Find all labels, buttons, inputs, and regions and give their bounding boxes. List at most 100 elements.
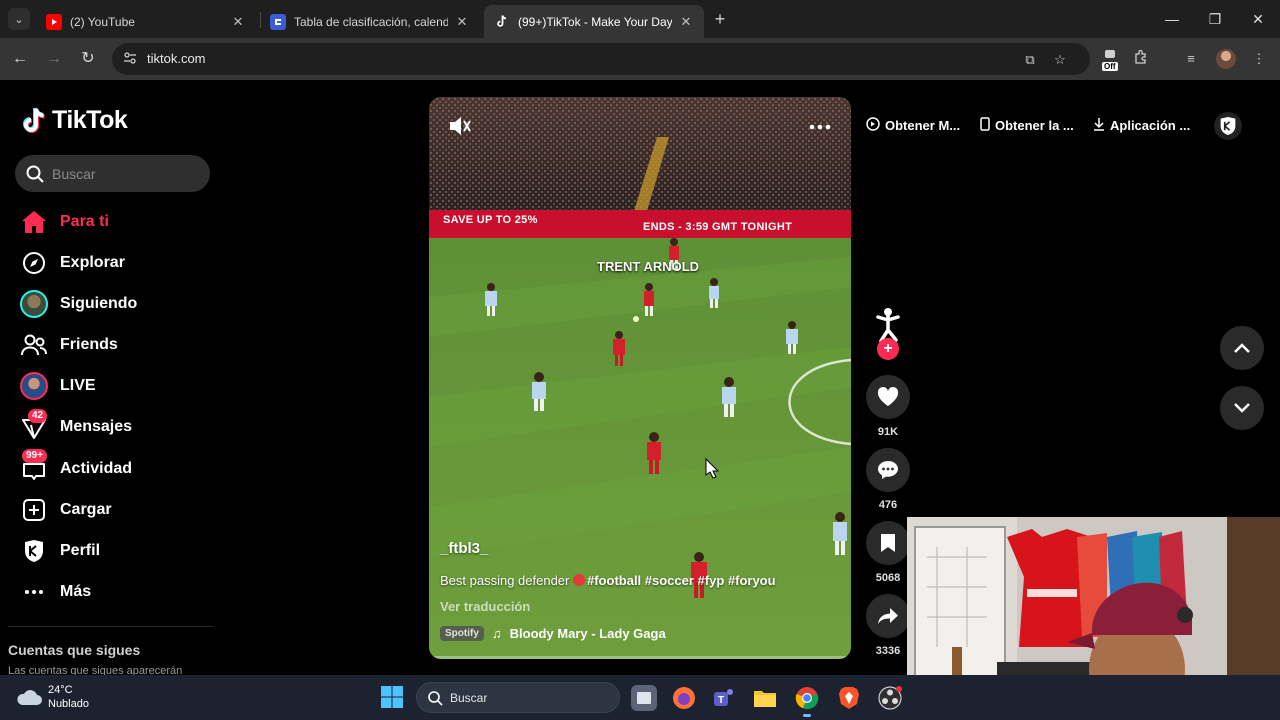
account-avatar[interactable] bbox=[1214, 112, 1242, 140]
weather-temperature: 24°C bbox=[48, 684, 73, 696]
compass-icon bbox=[18, 247, 50, 279]
nav-label: Siguiendo bbox=[60, 295, 138, 312]
forward-button[interactable]: → bbox=[43, 48, 65, 70]
bookmark-star-icon[interactable]: ☆ bbox=[1051, 51, 1069, 69]
messages-badge: 42 bbox=[28, 409, 48, 423]
extension-icon bbox=[1105, 50, 1115, 58]
get-app-link[interactable]: Obtener la ... bbox=[980, 117, 1074, 134]
off-badge: Off bbox=[1102, 62, 1118, 71]
cloud-icon bbox=[17, 690, 42, 705]
tab-youtube[interactable]: (2) YouTube ✕ bbox=[36, 5, 256, 38]
video-progress-bar[interactable] bbox=[429, 656, 851, 659]
caption-hashtags[interactable]: #football #soccer #fyp #foryou bbox=[587, 573, 776, 588]
reload-icon: ↻ bbox=[81, 50, 95, 67]
extension-off-button[interactable]: Off bbox=[1102, 49, 1122, 71]
heart-icon bbox=[877, 387, 899, 406]
follow-button[interactable]: + bbox=[877, 338, 899, 360]
next-video-button[interactable] bbox=[1220, 386, 1264, 430]
music-note-icon: ♫ bbox=[491, 626, 502, 641]
bookmark-icon bbox=[881, 534, 895, 552]
volume-icon[interactable] bbox=[448, 115, 472, 142]
weather-widget[interactable]: 24°C Nublado bbox=[16, 683, 89, 711]
teams-icon[interactable]: T bbox=[711, 685, 737, 711]
profile-icon bbox=[1220, 117, 1236, 135]
nav-item-siguiendo[interactable]: Siguiendo bbox=[18, 286, 218, 322]
music-row[interactable]: Spotify ♫ Bloody Mary - Lady Gaga bbox=[440, 626, 666, 641]
nav-item-mensajes[interactable]: 42 Mensajes bbox=[18, 409, 218, 445]
menu-kebab-icon[interactable]: ⋮ bbox=[1249, 49, 1269, 69]
site-settings-icon[interactable] bbox=[122, 51, 138, 67]
tab-tiktok[interactable]: (99+)TikTok - Make Your Day ✕ bbox=[484, 5, 704, 38]
player-red bbox=[644, 283, 654, 316]
close-icon[interactable]: ✕ bbox=[454, 14, 470, 30]
download-icon bbox=[1093, 117, 1105, 134]
video-player[interactable]: SAVE UP TO 25% ENDS - 3:59 GMT TONIGHT T… bbox=[429, 97, 851, 659]
nav-label: Más bbox=[60, 583, 92, 600]
top-link-label: Obtener la ... bbox=[995, 118, 1074, 133]
logo-text: TikTok bbox=[52, 106, 128, 134]
address-bar[interactable]: tiktok.com ⧉ ☆ bbox=[112, 43, 1090, 75]
taskbar-search[interactable]: Buscar bbox=[416, 682, 620, 713]
obs-icon[interactable] bbox=[877, 685, 903, 711]
coin-icon bbox=[866, 117, 880, 134]
share-arrow-icon bbox=[878, 608, 898, 624]
video-caption: Best passing defender #football #soccer … bbox=[440, 573, 776, 588]
address-url[interactable]: tiktok.com bbox=[147, 51, 206, 66]
nav-item-actividad[interactable]: 99+ Actividad bbox=[18, 449, 218, 487]
table-site-icon bbox=[270, 13, 286, 30]
search-input[interactable]: Buscar bbox=[15, 155, 210, 192]
windows-start-icon[interactable] bbox=[380, 685, 404, 709]
nav-item-cargar[interactable]: Cargar bbox=[18, 492, 218, 528]
task-view-icon[interactable] bbox=[631, 685, 657, 711]
comment-count: 476 bbox=[878, 499, 898, 511]
new-tab-button[interactable]: + bbox=[710, 9, 730, 29]
friends-icon bbox=[18, 329, 50, 361]
tab-tabla[interactable]: Tabla de clasificación, calendario ✕ bbox=[260, 5, 480, 38]
share-count: 3336 bbox=[875, 645, 901, 657]
like-count: 91K bbox=[877, 426, 899, 438]
more-options-icon[interactable] bbox=[809, 117, 831, 135]
nav-item-perfil[interactable]: Perfil bbox=[18, 533, 218, 569]
reload-button[interactable]: ↻ bbox=[77, 48, 99, 70]
nav-label: Explorar bbox=[60, 254, 125, 271]
windows-taskbar: 24°C Nublado Buscar T bbox=[0, 675, 1280, 720]
minimize-button[interactable]: — bbox=[1157, 8, 1187, 30]
install-app-icon[interactable]: ⧉ bbox=[1021, 51, 1039, 69]
previous-video-button[interactable] bbox=[1220, 326, 1264, 370]
save-button[interactable] bbox=[866, 521, 910, 565]
plus-icon: + bbox=[883, 340, 893, 357]
nav-label: Friends bbox=[60, 336, 118, 353]
extensions-puzzle-icon[interactable] bbox=[1131, 49, 1151, 69]
get-coins-link[interactable]: Obtener M... bbox=[866, 117, 960, 134]
close-icon[interactable]: ✕ bbox=[230, 14, 246, 30]
nav-item-para-ti[interactable]: Para ti bbox=[18, 204, 218, 240]
firefox-icon[interactable] bbox=[671, 685, 697, 711]
top-link-label: Obtener M... bbox=[885, 118, 961, 133]
desktop-app-link[interactable]: Aplicación ... bbox=[1093, 117, 1190, 134]
nav-item-live[interactable]: LIVE bbox=[18, 368, 218, 404]
close-window-button[interactable]: ✕ bbox=[1243, 8, 1273, 30]
nav-item-friends[interactable]: Friends bbox=[18, 327, 218, 363]
chrome-icon[interactable] bbox=[794, 685, 820, 717]
share-button[interactable] bbox=[866, 594, 910, 638]
profile-avatar[interactable] bbox=[1216, 49, 1236, 69]
video-author[interactable]: _ftbl3_ bbox=[440, 540, 488, 557]
tab-search-button[interactable]: ⌄ bbox=[8, 8, 30, 30]
back-button[interactable]: ← bbox=[9, 48, 31, 70]
file-explorer-icon[interactable] bbox=[752, 685, 778, 711]
nav-item-explorar[interactable]: Explorar bbox=[18, 245, 218, 281]
nav-item-mas[interactable]: Más bbox=[18, 574, 218, 610]
restore-button[interactable]: ❐ bbox=[1200, 8, 1230, 30]
brave-icon[interactable] bbox=[836, 685, 862, 711]
activity-badge: 99+ bbox=[22, 449, 47, 463]
svg-text:T: T bbox=[718, 695, 724, 706]
arrow-right-icon: → bbox=[46, 50, 62, 67]
tiktok-logo[interactable]: TikTok bbox=[22, 106, 128, 135]
see-translation-link[interactable]: Ver traducción bbox=[440, 599, 530, 614]
player-red bbox=[647, 432, 661, 474]
spotify-tag[interactable]: Spotify bbox=[440, 626, 484, 641]
close-icon[interactable]: ✕ bbox=[678, 14, 694, 30]
media-controls-icon[interactable]: ≡ bbox=[1181, 49, 1201, 69]
like-button[interactable] bbox=[866, 375, 910, 419]
comment-button[interactable] bbox=[866, 448, 910, 492]
